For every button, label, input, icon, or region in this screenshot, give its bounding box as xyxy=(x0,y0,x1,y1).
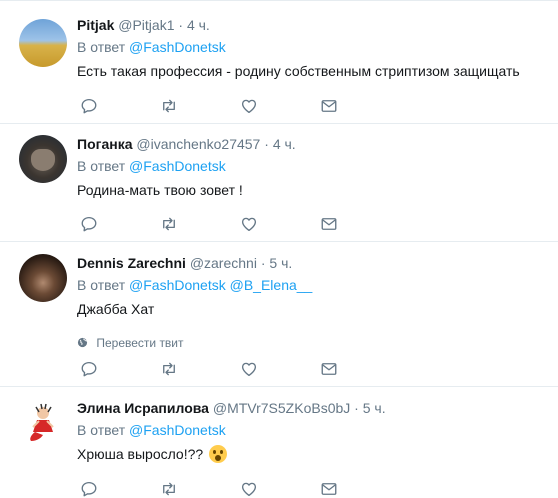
tweet-content: Dennis Zarechni @zarechni · 5 ч. В ответ… xyxy=(77,253,548,352)
tweet-content: Элина Исрапилова @MTVr7S5ZKoBs0bJ · 5 ч.… xyxy=(77,398,548,464)
mention-link[interactable]: @FashDonetsk xyxy=(129,39,226,55)
user-name[interactable]: Элина Исрапилова xyxy=(77,400,209,416)
globe-icon xyxy=(77,337,88,348)
separator-dot: · xyxy=(178,17,184,33)
tweet-header: Dennis Zarechni @zarechni · 5 ч. xyxy=(77,253,548,273)
tweet-actions xyxy=(77,97,347,117)
tweet-timestamp[interactable]: 4 ч. xyxy=(273,136,296,152)
mention-link[interactable]: @FashDonetsk xyxy=(129,422,226,438)
tweet-timestamp[interactable]: 4 ч. xyxy=(187,17,210,33)
tweet-text: Есть такая профессия - родину собственны… xyxy=(77,63,520,79)
separator-dot: · xyxy=(354,400,359,416)
tweet-actions xyxy=(77,480,347,498)
avatar[interactable] xyxy=(19,135,67,183)
separator-dot: · xyxy=(264,136,269,152)
retweet-icon[interactable] xyxy=(160,360,178,378)
tweet-card[interactable]: Поганка @ivanchenko27457 · 4 ч. В ответ … xyxy=(0,124,558,242)
tweet-timestamp[interactable]: 5 ч. xyxy=(269,255,292,271)
tweet-text: Хрюша выросло!?? xyxy=(77,446,204,462)
user-handle[interactable]: @Pitjak1 xyxy=(118,17,174,33)
like-icon[interactable] xyxy=(240,360,258,378)
reply-prefix: В ответ xyxy=(77,422,126,438)
user-name[interactable]: Dennis Zarechni xyxy=(77,255,186,271)
astonished-face-emoji-icon xyxy=(209,445,228,463)
reply-context: В ответ @FashDonetsk xyxy=(77,421,548,440)
tweet-text: Родина-мать твою зовет ! xyxy=(77,182,243,198)
reply-prefix: В ответ xyxy=(77,158,126,174)
tweet-card[interactable]: Dennis Zarechni @zarechni · 5 ч. В ответ… xyxy=(0,242,558,387)
avatar[interactable] xyxy=(19,399,67,447)
tweet-card[interactable]: Элина Исрапилова @MTVr7S5ZKoBs0bJ · 5 ч.… xyxy=(0,387,558,498)
direct-message-icon[interactable] xyxy=(320,215,338,233)
tweet-header: Поганка @ivanchenko27457 · 4 ч. xyxy=(77,134,548,154)
mention-link[interactable]: @B_Elena__ xyxy=(230,277,313,293)
retweet-icon[interactable] xyxy=(160,215,178,233)
avatar[interactable] xyxy=(19,254,67,302)
reply-icon[interactable] xyxy=(80,360,98,378)
tweet-text: Джабба Хат xyxy=(77,301,155,317)
translate-tweet-link[interactable]: Перевести твит xyxy=(77,334,548,352)
like-icon[interactable] xyxy=(240,480,258,498)
user-handle[interactable]: @MTVr7S5ZKoBs0bJ xyxy=(213,400,350,416)
user-handle[interactable]: @ivanchenko27457 xyxy=(136,136,260,152)
tweet-card[interactable]: Pitjak @Pitjak1 · 4 ч. В ответ @FashDone… xyxy=(0,0,558,124)
reply-icon[interactable] xyxy=(80,480,98,498)
like-icon[interactable] xyxy=(240,97,258,115)
retweet-icon[interactable] xyxy=(160,480,178,498)
reply-context: В ответ @FashDonetsk xyxy=(77,38,548,57)
reply-icon[interactable] xyxy=(80,97,98,115)
like-icon[interactable] xyxy=(240,215,258,233)
direct-message-icon[interactable] xyxy=(320,97,338,115)
tweet-content: Поганка @ivanchenko27457 · 4 ч. В ответ … xyxy=(77,134,548,200)
tweet-content: Pitjak @Pitjak1 · 4 ч. В ответ @FashDone… xyxy=(77,15,548,81)
tweet-actions xyxy=(77,215,347,235)
reply-context: В ответ @FashDonetsk xyxy=(77,157,548,176)
separator-dot: · xyxy=(260,255,266,271)
direct-message-icon[interactable] xyxy=(320,480,338,498)
reply-prefix: В ответ xyxy=(77,39,126,55)
mention-link[interactable]: @FashDonetsk xyxy=(129,277,226,293)
tweet-actions xyxy=(77,360,347,380)
reply-icon[interactable] xyxy=(80,215,98,233)
reply-context: В ответ @FashDonetsk @B_Elena__ xyxy=(77,276,548,295)
translate-label: Перевести твит xyxy=(96,336,184,350)
tweet-replies-feed: Pitjak @Pitjak1 · 4 ч. В ответ @FashDone… xyxy=(0,0,558,498)
user-name[interactable]: Pitjak xyxy=(77,17,114,33)
avatar[interactable] xyxy=(19,19,67,67)
tweet-header: Pitjak @Pitjak1 · 4 ч. xyxy=(77,15,548,35)
user-handle[interactable]: @zarechni xyxy=(190,255,257,271)
user-name[interactable]: Поганка xyxy=(77,136,132,152)
retweet-icon[interactable] xyxy=(160,97,178,115)
tweet-timestamp[interactable]: 5 ч. xyxy=(363,400,386,416)
reply-prefix: В ответ xyxy=(77,277,126,293)
direct-message-icon[interactable] xyxy=(320,360,338,378)
tweet-header: Элина Исрапилова @MTVr7S5ZKoBs0bJ · 5 ч. xyxy=(77,398,548,418)
tweet-text-line: Хрюша выросло!?? xyxy=(77,444,548,464)
mention-link[interactable]: @FashDonetsk xyxy=(129,158,226,174)
